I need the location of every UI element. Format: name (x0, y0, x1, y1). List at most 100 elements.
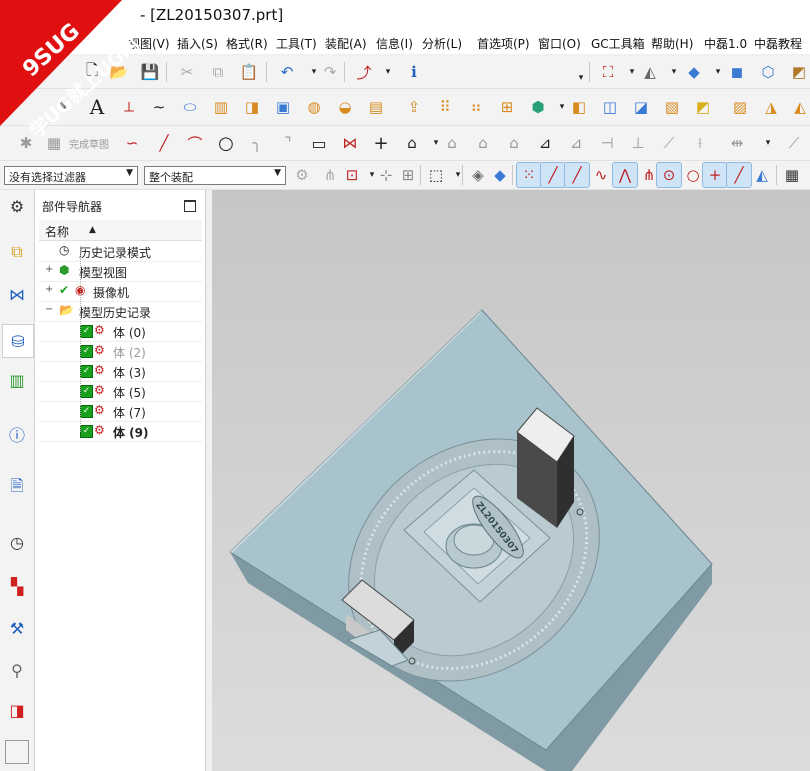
graphics-viewport[interactable]: ZL20150307 (212, 190, 810, 771)
copy-icon[interactable]: ⧉ (206, 60, 230, 84)
assembly-navigator-icon[interactable]: ⧉ (5, 240, 29, 264)
curve-dropdown-icon[interactable]: ▾ (376, 60, 400, 84)
datum-csys-icon[interactable]: ⟂ (117, 95, 141, 119)
roles-icon[interactable]: ⚲ (5, 658, 29, 682)
circle-icon[interactable]: ○ (214, 131, 238, 155)
system-scenes-icon[interactable]: ◨ (5, 698, 29, 722)
palette-icon[interactable] (5, 740, 29, 764)
pattern-feature-icon[interactable]: ⠶ (464, 95, 488, 119)
expand-icon[interactable]: + (45, 264, 53, 275)
dimension-dropdown-icon[interactable]: ▾ (756, 131, 780, 155)
constraints-icon[interactable]: ⊥ (626, 131, 650, 155)
menu-preferences[interactable]: 首选项(P) (477, 35, 530, 52)
spline-icon[interactable]: ∼ (147, 95, 171, 119)
unite-icon[interactable]: ⊞ (495, 95, 519, 119)
menu-zhonglei[interactable]: 中磊1.0 (704, 35, 747, 52)
snap-center-icon[interactable]: ⊙ (656, 162, 682, 188)
collapse-icon[interactable]: − (45, 304, 53, 315)
curve-icon[interactable]: ⤴ (352, 60, 376, 84)
profile-icon[interactable]: ∽ (120, 131, 144, 155)
boss-icon[interactable]: ◒ (333, 95, 357, 119)
new-icon[interactable]: 🗋 (80, 60, 104, 84)
cut-icon[interactable]: ✂ (175, 60, 199, 84)
maximize-icon[interactable] (184, 200, 196, 212)
expand-icon[interactable]: + (45, 284, 53, 295)
open-icon[interactable]: 📂 (107, 60, 131, 84)
upgrade-selection-icon[interactable]: ⊹ (374, 163, 398, 187)
snap-on-face-icon[interactable]: ◭ (750, 163, 774, 187)
snap-existing-point-icon[interactable]: + (702, 162, 728, 188)
rectangle-select-icon[interactable]: ⬚ (424, 163, 448, 187)
fillet-icon[interactable]: ╮ (245, 131, 269, 155)
history-icon[interactable]: ◷ (5, 530, 29, 554)
point-icon[interactable]: + (369, 131, 393, 155)
tree-row-model-views[interactable]: + ⬢ 模型视图 (39, 261, 202, 282)
pad-icon[interactable]: ▤ (364, 95, 388, 119)
edge-blend-icon[interactable]: ▧ (660, 95, 684, 119)
reuse-library-icon[interactable]: ▥ (5, 368, 29, 392)
information-icon[interactable]: ℹ (402, 60, 426, 84)
menu-help[interactable]: 帮助(H) (651, 35, 693, 52)
sew-icon[interactable]: ◭ (788, 95, 810, 119)
menu-format[interactable]: 格式(R) (226, 35, 268, 52)
draft-icon[interactable]: ◪ (629, 95, 653, 119)
finish-sketch-label[interactable]: 完成草图 (69, 136, 109, 151)
tree-row-cameras[interactable]: + ✔ ◉ 摄像机 (39, 281, 202, 302)
block-icon[interactable]: ▣ (271, 95, 295, 119)
paste-icon[interactable]: 📋 (237, 60, 261, 84)
tree-row-body[interactable]: ✓ ⚙ 体 (0) (39, 321, 202, 342)
menu-zhonglei-tutorial[interactable]: 中磊教程 (754, 35, 802, 52)
quick-extend-icon[interactable]: ⊿ (564, 131, 588, 155)
tree-row-model-history[interactable]: − 📂 模型历史记录 (39, 301, 202, 322)
snap-quadrant-icon[interactable]: ○ (681, 163, 705, 187)
thicken-icon[interactable]: ◮ (759, 95, 783, 119)
body-filter-icon[interactable]: ◆ (488, 163, 512, 187)
tree-row-body[interactable]: ✓ ⚙ 体 (5) (39, 381, 202, 402)
chamfer-sketch-icon[interactable]: ⌝ (276, 131, 300, 155)
process-studio-icon[interactable]: ⚒ (5, 616, 29, 640)
hd3d-tools-icon[interactable]: ⓘ (5, 422, 29, 446)
fit-view-icon[interactable]: ⛶ (596, 60, 620, 84)
undo-icon[interactable]: ↶ (275, 60, 299, 84)
offset-face-icon[interactable]: ⇪ (402, 95, 426, 119)
auto-dimension-icon[interactable]: ⇹ (725, 131, 749, 155)
line-icon[interactable]: ╱ (152, 131, 176, 155)
menu-assembly[interactable]: 装配(A) (325, 35, 367, 52)
pattern-curve-icon[interactable]: ⌂ (440, 131, 464, 155)
snap-midpoint-icon[interactable]: ╱ (540, 162, 566, 188)
relations-icon[interactable]: ⟋ (782, 131, 806, 155)
tree-row-body[interactable]: ✓ ⚙ 体 (3) (39, 361, 202, 382)
name-column-header[interactable]: 名称 ▲ (39, 220, 202, 241)
make-corner-icon[interactable]: ⊣ (595, 131, 619, 155)
type-filter-select[interactable]: 没有选择过滤器 ▼ (4, 166, 138, 185)
rectangle-icon[interactable]: ▭ (307, 131, 331, 155)
part-navigator-icon[interactable]: ⛁ (2, 324, 34, 358)
selection-scope-select[interactable]: 整个装配 ▼ (144, 166, 286, 185)
tree-row-body[interactable]: ✓ ⚙ 体 (7) (39, 401, 202, 422)
snap-control-icon[interactable]: ╱ (564, 162, 590, 188)
show-hide-icon[interactable]: ◈ (466, 163, 490, 187)
chamfer-icon[interactable]: ◩ (691, 95, 715, 119)
menu-gc-toolkit[interactable]: GC工具箱 (591, 35, 645, 52)
shell-icon[interactable]: ▨ (728, 95, 752, 119)
split-body-icon[interactable]: ◫ (598, 95, 622, 119)
snap-intersection-icon[interactable]: ⋀ (612, 162, 638, 188)
geometric-constraint-icon[interactable]: ⟋ (657, 131, 681, 155)
hole-icon[interactable]: ◍ (302, 95, 326, 119)
offset-curve-icon[interactable]: ⌂ (400, 131, 424, 155)
polygon-icon[interactable]: ⋈ (338, 131, 362, 155)
assembly-filter-icon[interactable]: ⚙ (290, 163, 314, 187)
dimension-icon[interactable]: ⟊ (688, 131, 712, 155)
boolean-icon[interactable]: ⬢ (526, 95, 550, 119)
feature-select-icon[interactable]: ⊞ (396, 163, 420, 187)
settings-gear-icon[interactable]: ⚙ (5, 194, 29, 218)
menu-window[interactable]: 窗口(O) (538, 35, 581, 52)
constraint-navigator-icon[interactable]: ⋈ (5, 282, 29, 306)
shaded-cube-icon[interactable]: ◆ (682, 60, 706, 84)
intersection-icon[interactable]: ⌂ (502, 131, 526, 155)
snap-curve-icon[interactable]: ∿ (589, 163, 613, 187)
menu-tools[interactable]: 工具(T) (276, 35, 317, 52)
redo-icon[interactable]: ↷ (318, 60, 342, 84)
pattern-icon[interactable]: ⠿ (433, 95, 457, 119)
snap-on-curve-icon[interactable]: ╱ (726, 162, 752, 188)
